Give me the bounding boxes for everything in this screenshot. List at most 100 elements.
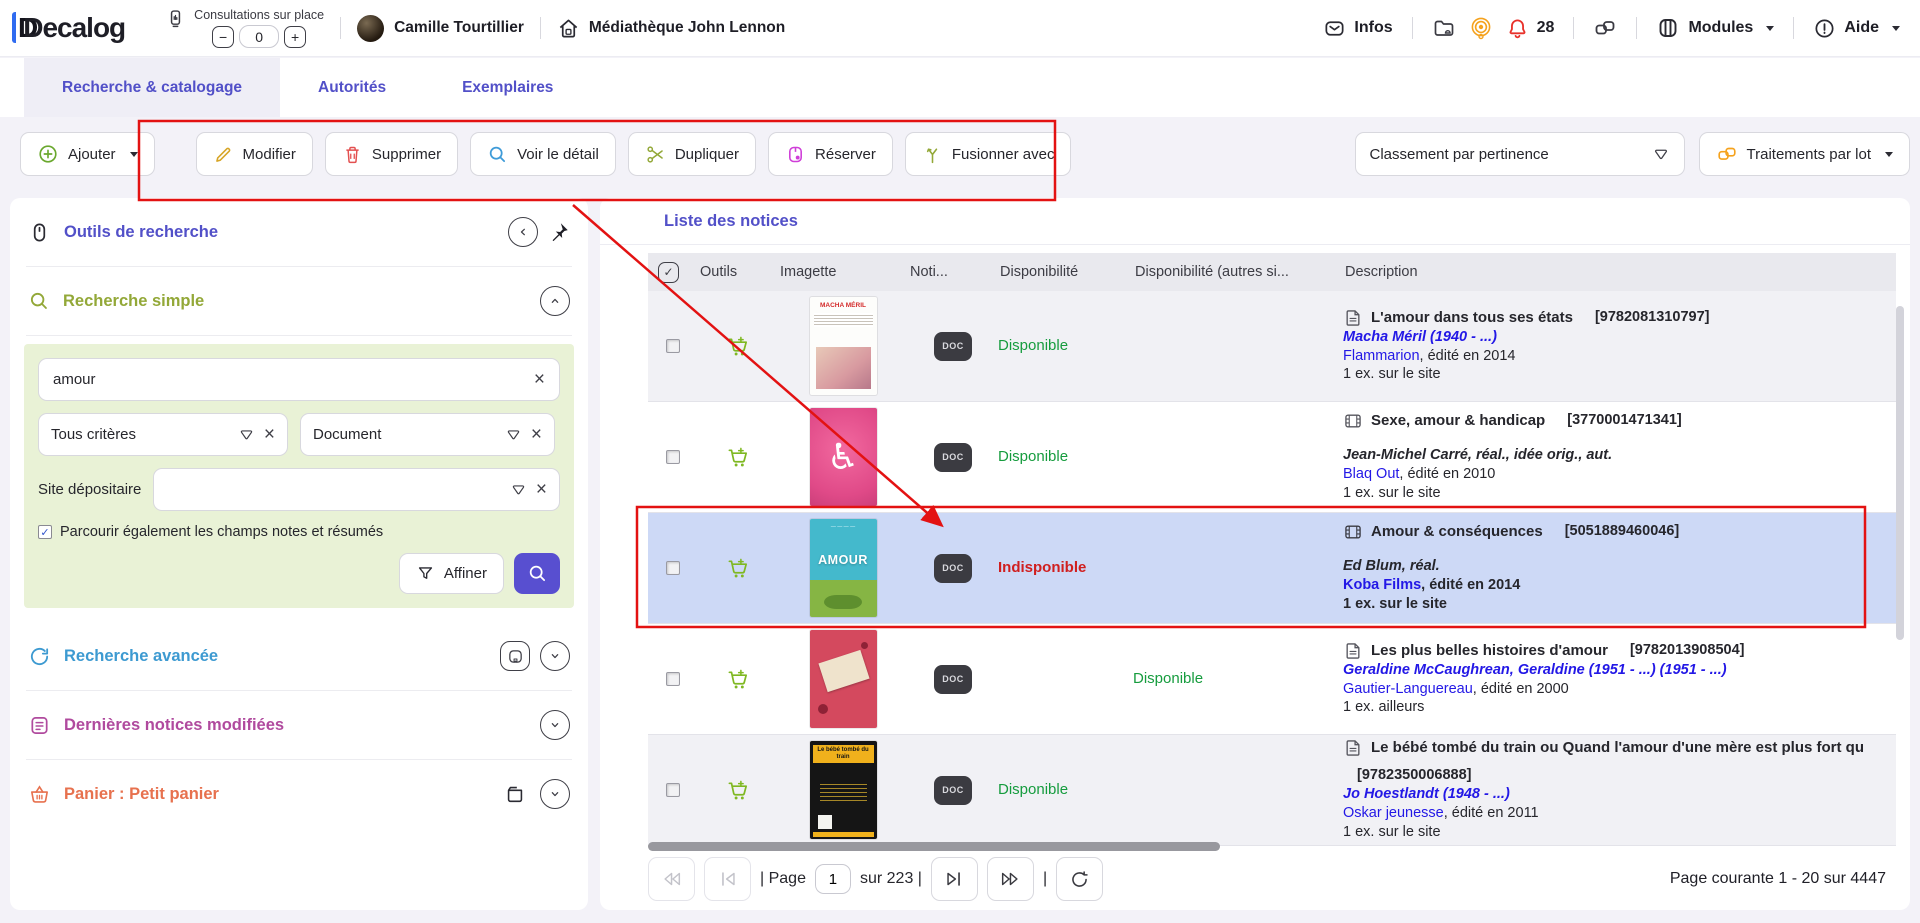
pagination-separator: | — [1043, 870, 1047, 888]
dupliquer-button[interactable]: Dupliquer — [628, 132, 756, 176]
clear-search-icon[interactable]: × — [534, 370, 545, 389]
vertical-scrollbar[interactable] — [1896, 306, 1904, 640]
table-row-selected[interactable]: — — — — AMOUR DOC Indisponible Amour & c… — [648, 513, 1896, 624]
table-row[interactable]: DOC Disponible Les plus belles histoires… — [648, 624, 1896, 735]
cover-thumbnail[interactable] — [810, 630, 877, 728]
publisher-link[interactable]: Blaq Out — [1343, 466, 1399, 482]
search-input[interactable] — [53, 371, 534, 388]
plus-circle-icon — [37, 143, 59, 165]
publisher-link[interactable]: Oskar jeunesse — [1343, 805, 1444, 821]
fusionner-button[interactable]: Fusionner avec — [905, 132, 1072, 176]
reserve-icon — [785, 144, 806, 165]
select-all-checkbox[interactable]: ✓ — [658, 262, 679, 283]
search-submit-button[interactable] — [514, 553, 560, 594]
availability-status-other-sites: Disponible — [1133, 670, 1203, 687]
consultations-counter: Consultations sur place − + — [165, 8, 324, 48]
fast-forward-button[interactable] — [987, 857, 1034, 901]
cover-thumbnail[interactable]: MACHA MÉRIL — [810, 297, 877, 395]
aide-menu[interactable]: Aide — [1813, 17, 1900, 40]
counter-device-icon — [165, 8, 186, 29]
criteres-select[interactable]: Tous critères × — [38, 413, 288, 456]
affiner-button[interactable]: Affiner — [399, 553, 504, 594]
clear-criteres-icon[interactable]: × — [264, 425, 275, 444]
cover-thumbnail[interactable]: ♿ — [810, 408, 877, 506]
row-checkbox[interactable] — [666, 450, 680, 464]
refresh-button[interactable] — [1056, 857, 1103, 901]
collapse-panel-button[interactable] — [508, 217, 538, 247]
consultations-decrement-button[interactable]: − — [212, 26, 234, 48]
collapse-section-button[interactable] — [540, 286, 570, 316]
notice-title[interactable]: Sexe, amour & handicap — [1371, 411, 1545, 431]
dernieres-notices-header[interactable]: Dernières notices modifiées — [10, 691, 588, 759]
ajouter-button[interactable]: Ajouter — [20, 132, 155, 176]
last-page-button[interactable] — [931, 857, 978, 901]
rewind-button[interactable] — [648, 857, 695, 901]
pin-icon[interactable] — [548, 221, 570, 243]
panier-view-button[interactable] — [500, 779, 530, 809]
current-site-menu[interactable]: Médiathèque John Lennon — [557, 17, 785, 40]
notice-title[interactable]: L'amour dans tous ses états — [1371, 308, 1573, 328]
notice-title[interactable]: Les plus belles histoires d'amour — [1371, 641, 1608, 661]
bell-icon — [1506, 17, 1529, 40]
modules-menu[interactable]: Modules — [1656, 16, 1774, 40]
trash-icon — [342, 144, 363, 165]
first-page-button[interactable] — [704, 857, 751, 901]
recherche-simple-header[interactable]: Recherche simple — [10, 267, 588, 335]
consultations-count-input[interactable] — [239, 25, 279, 48]
folder-cloud-icon[interactable] — [1432, 16, 1456, 40]
table-row[interactable]: Le bébé tombé du train DOC Disponible Le… — [648, 735, 1896, 846]
panier-header[interactable]: Panier : Petit panier — [10, 760, 588, 828]
clear-site-icon[interactable]: × — [536, 480, 547, 499]
current-user-menu[interactable]: Camille Tourtillier — [357, 15, 524, 42]
publisher-link[interactable]: Koba Films — [1343, 577, 1421, 593]
traitements-par-lot-button[interactable]: Traitements par lot — [1699, 132, 1911, 176]
author-link[interactable]: Jo Hoestlandt (1948 - ...) — [1343, 785, 1890, 804]
cover-thumbnail[interactable]: Le bébé tombé du train — [810, 741, 877, 839]
recherche-avancee-header[interactable]: Recherche avancée — [10, 622, 588, 690]
page-number-input[interactable] — [815, 864, 851, 894]
voir-detail-button[interactable]: Voir le détail — [470, 132, 616, 176]
publisher-link[interactable]: Flammarion — [1343, 348, 1420, 364]
table-row[interactable]: MACHA MÉRIL DOC Disponible L'amour dans … — [648, 291, 1896, 402]
tab-recherche-catalogage[interactable]: Recherche & catalogage — [24, 58, 280, 117]
reserver-button[interactable]: Réserver — [768, 132, 893, 176]
notice-title[interactable]: Le bébé tombé du train ou Quand l'amour … — [1371, 738, 1864, 758]
add-to-cart-icon[interactable] — [727, 335, 750, 358]
row-checkbox[interactable] — [666, 339, 680, 353]
add-to-cart-icon[interactable] — [727, 779, 750, 802]
expand-section-button[interactable] — [540, 779, 570, 809]
consultations-increment-button[interactable]: + — [284, 26, 306, 48]
cover-thumbnail[interactable]: — — — — AMOUR — [810, 519, 877, 617]
link-icon[interactable] — [1593, 16, 1617, 40]
supprimer-button[interactable]: Supprimer — [325, 132, 458, 176]
notes-resumes-checkbox[interactable]: ✓ Parcourir également les champs notes e… — [38, 524, 560, 540]
notifications-button[interactable]: 28 — [1506, 17, 1555, 40]
classement-select[interactable]: Classement par pertinence — [1355, 132, 1685, 176]
author-link[interactable]: Macha Méril (1940 - ...) — [1343, 328, 1890, 347]
modifier-button[interactable]: Modifier — [196, 132, 313, 176]
site-depositaire-select[interactable]: × — [153, 468, 560, 511]
row-checkbox[interactable] — [666, 783, 680, 797]
horizontal-scrollbar[interactable] — [648, 842, 1220, 851]
broadcast-icon[interactable] — [1469, 16, 1493, 40]
clear-doctype-icon[interactable]: × — [531, 425, 542, 444]
row-checkbox[interactable] — [666, 672, 680, 686]
chevron-down-icon — [547, 786, 563, 802]
add-to-cart-icon[interactable] — [727, 557, 750, 580]
saved-searches-button[interactable] — [500, 641, 530, 671]
tab-autorites[interactable]: Autorités — [280, 58, 424, 117]
expand-section-button[interactable] — [540, 641, 570, 671]
notepad-icon — [28, 714, 51, 737]
infos-button[interactable]: Infos — [1323, 17, 1392, 40]
table-row[interactable]: ♿ DOC Disponible Sexe, amour & handicap … — [648, 402, 1896, 513]
add-to-cart-icon[interactable] — [727, 446, 750, 469]
search-tools-panel: Outils de recherche Recherche simple × T… — [10, 198, 588, 910]
publisher-link[interactable]: Gautier-Languereau — [1343, 681, 1473, 697]
tab-exemplaires[interactable]: Exemplaires — [424, 58, 591, 117]
notice-title[interactable]: Amour & conséquences — [1371, 522, 1543, 542]
author-link[interactable]: Geraldine McCaughrean, Geraldine (1951 -… — [1343, 661, 1890, 680]
doctype-select[interactable]: Document × — [300, 413, 555, 456]
row-checkbox[interactable] — [666, 561, 680, 575]
expand-section-button[interactable] — [540, 710, 570, 740]
add-to-cart-icon[interactable] — [727, 668, 750, 691]
